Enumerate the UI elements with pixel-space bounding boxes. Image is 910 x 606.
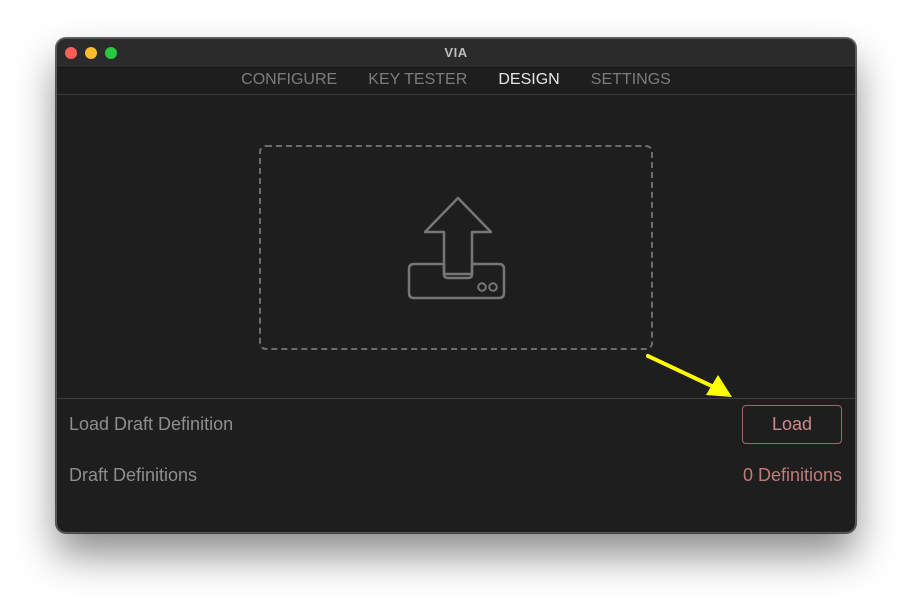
load-draft-definition-label: Load Draft Definition <box>69 414 234 434</box>
app-window: VIA CONFIGURE KEY TESTER DESIGN SETTINGS… <box>56 38 856 533</box>
tab-key-tester[interactable]: KEY TESTER <box>368 68 467 92</box>
tab-configure[interactable]: CONFIGURE <box>241 68 337 92</box>
tab-design[interactable]: DESIGN <box>498 68 559 92</box>
main-menu: CONFIGURE KEY TESTER DESIGN SETTINGS <box>57 68 855 95</box>
yellow-arrow-icon <box>646 354 732 397</box>
tab-settings[interactable]: SETTINGS <box>591 68 671 92</box>
definitions-count: 0 Definitions <box>742 465 842 485</box>
load-button[interactable]: Load <box>742 405 842 444</box>
upload-tray-icon <box>407 196 506 300</box>
definition-dropzone[interactable] <box>259 145 653 350</box>
draft-definitions-label: Draft Definitions <box>69 465 198 485</box>
titlebar[interactable]: VIA <box>57 39 855 68</box>
window-title: VIA <box>444 45 468 60</box>
